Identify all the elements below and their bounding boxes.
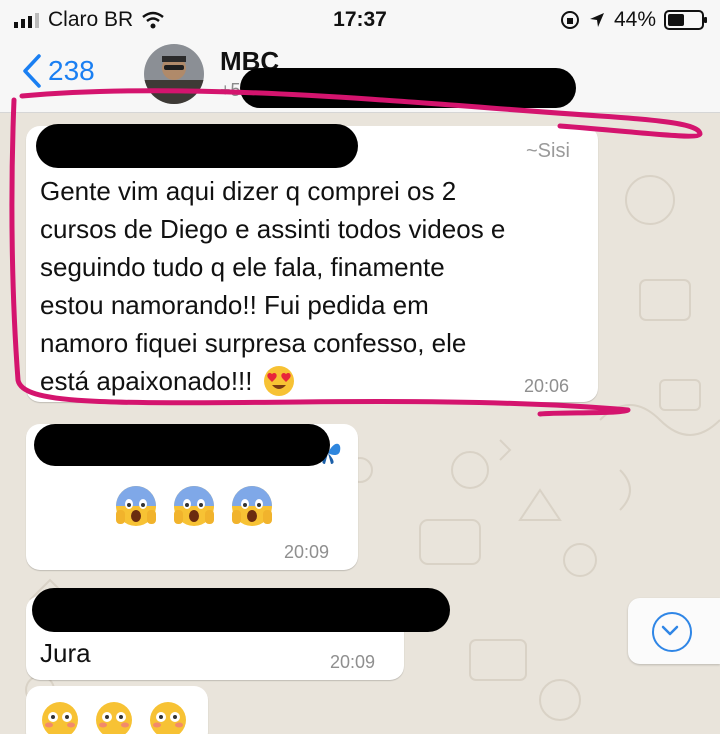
flushed-face-emoji-icon [42, 702, 78, 734]
orientation-lock-icon [560, 11, 579, 29]
unread-count: 238 [48, 55, 95, 86]
message-line: está apaixonado!!! [40, 362, 505, 400]
message-time: 20:06 [524, 376, 570, 396]
contact-phone: +5 [220, 80, 241, 100]
message-line: Gente vim aqui dizer q comprei os 2 [40, 176, 457, 206]
screaming-face-emoji-icon [232, 486, 272, 526]
message-line: cursos de Diego e assinti todos videos e [40, 214, 506, 244]
back-button[interactable]: 238 [22, 54, 95, 88]
message-time: 20:09 [330, 652, 376, 672]
contact-avatar[interactable] [144, 44, 204, 104]
sender-alias: ~Sisi [526, 140, 570, 162]
redaction-mark [240, 68, 576, 108]
emoji-row [40, 700, 188, 734]
chevron-left-icon [23, 54, 41, 88]
avatar-photo [144, 44, 204, 104]
message-line: seguindo tudo q ele fala, finamente [40, 252, 445, 282]
redaction-mark [36, 124, 358, 168]
message-text: Jura [40, 638, 91, 668]
battery-percentage: 44% [613, 8, 656, 31]
redaction-mark [34, 424, 330, 466]
message-line-text: está apaixonado!!! [40, 366, 253, 396]
emoji-row [114, 484, 274, 528]
scroll-to-bottom-button[interactable] [628, 598, 720, 664]
screaming-face-emoji-icon [116, 486, 156, 526]
battery-icon [664, 10, 707, 30]
message-text: Gente vim aqui dizer q comprei os 2 curs… [40, 172, 505, 400]
flushed-face-emoji-icon [150, 702, 186, 734]
status-bar: Claro BR 17:37 44% [0, 0, 720, 38]
redaction-mark [32, 588, 450, 632]
whatsapp-chat-screen: Claro BR 17:37 44% 238 MBC +5 ~Sisi Gent… [0, 0, 720, 734]
flushed-face-emoji-icon [96, 702, 132, 734]
chat-header: 238 MBC +5 [0, 38, 720, 113]
message-bubble[interactable] [26, 686, 208, 734]
message-line: estou namorando!! Fui pedida em [40, 290, 429, 320]
chevron-down-icon [652, 612, 692, 652]
heart-eyes-emoji-icon [263, 366, 294, 396]
message-line: namoro fiquei surpresa confesso, ele [40, 328, 467, 358]
location-arrow-icon [589, 13, 604, 27]
screaming-face-emoji-icon [174, 486, 214, 526]
message-time: 20:09 [284, 542, 330, 562]
